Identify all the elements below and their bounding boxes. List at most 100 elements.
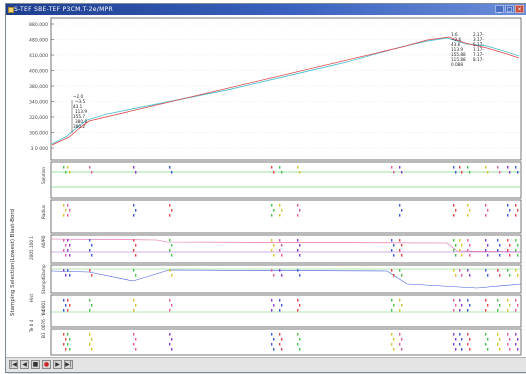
event-marker [459,333,461,336]
event-marker [91,244,93,247]
event-marker [515,343,517,346]
event-marker [455,274,457,277]
event-marker [63,204,65,207]
event-marker [401,209,403,212]
title-bar[interactable]: S-TEF SBE-TEF P3CM.T-2e/MPR _ □ × [6,4,526,15]
stop-icon: ■ [32,361,39,368]
event-marker [467,299,469,302]
event-marker [169,249,171,252]
event-marker [515,299,517,302]
event-marker [69,348,71,351]
event-marker [67,343,69,346]
y-tick-label: 3 0 000 [30,146,48,152]
plot-canvas[interactable]: 880,000 480,000 410,000 400,000 380,000 340,0… [7,16,525,357]
event-marker [499,348,501,351]
event-marker [499,338,501,341]
close-button[interactable]: × [515,5,524,13]
record-button[interactable]: ● [42,360,51,369]
event-marker [507,166,509,169]
event-marker [461,348,463,351]
event-marker [393,171,395,174]
event-marker [485,309,487,312]
event-marker [273,274,275,277]
event-marker [399,269,401,272]
next-button[interactable]: ▶ [53,360,62,369]
event-marker [299,244,301,247]
event-marker [297,309,299,312]
event-marker [469,274,471,277]
event-marker [393,274,395,277]
event-marker [509,274,511,277]
event-marker [169,204,171,207]
event-marker [517,348,519,351]
panel-side-label: Te 0 4 [29,319,34,333]
event-marker [469,304,471,307]
event-marker [69,171,71,174]
event-marker [459,249,461,252]
event-marker [297,299,299,302]
event-marker [273,171,275,174]
y-tick-label: 380,000 [29,84,48,90]
event-marker [91,254,93,257]
event-marker [133,239,135,242]
event-marker [271,269,273,272]
event-marker [133,166,135,169]
event-marker [391,249,393,252]
event-marker [485,343,487,346]
event-marker [453,166,455,169]
event-marker [273,209,275,212]
event-marker [515,269,517,272]
panel-side-label: Solution [41,167,46,184]
event-marker [69,244,71,247]
y-tick-label: 410,000 [29,53,48,59]
event-marker [461,338,463,341]
event-marker [517,254,519,257]
event-marker [507,249,509,252]
first-button[interactable]: |◀ [9,360,18,369]
main-y-ticks: 880,000 480,000 410,000 400,000 380,000 340,0… [29,22,54,152]
event-marker [509,254,511,257]
event-marker [401,171,403,174]
event-marker [509,171,511,174]
event-marker [89,299,91,302]
event-marker [169,214,171,217]
event-marker [391,166,393,169]
event-marker [461,304,463,307]
first-icon: |◀ [10,361,17,368]
panel-side-label: 2005.100 1 [29,236,34,260]
event-marker [515,309,517,312]
event-marker [89,269,91,272]
status-bar: |◀ ◀ ■ ● ▶ ▶| [6,357,526,372]
event-marker [299,338,301,341]
event-marker [453,239,455,242]
event-marker [497,333,499,336]
event-marker [135,348,137,351]
event-marker [67,309,69,312]
event-marker [69,274,71,277]
last-button[interactable]: ▶| [64,360,73,369]
prev-button[interactable]: ◀ [20,360,29,369]
plot-area[interactable]: 880,000 480,000 410,000 400,000 380,000 340,0… [7,16,525,357]
event-marker [63,239,65,242]
event-marker [487,304,489,307]
maximize-button[interactable]: □ [505,5,514,13]
event-marker [69,209,71,212]
event-marker [507,309,509,312]
event-marker [507,239,509,242]
event-marker [497,239,499,242]
minimize-button[interactable]: _ [495,5,504,13]
event-marker [279,204,281,207]
event-marker [65,254,67,257]
event-marker [279,239,281,242]
stop-button[interactable]: ■ [31,360,40,369]
event-marker [453,343,455,346]
event-marker [65,348,67,351]
sub-panel-frame [50,161,522,199]
event-marker [391,333,393,336]
event-marker [459,309,461,312]
event-marker [63,166,65,169]
window-title: S-TEF SBE-TEF P3CM.T-2e/MPR [14,6,113,13]
event-marker [171,338,173,341]
event-marker [89,166,91,169]
event-marker [271,214,273,217]
